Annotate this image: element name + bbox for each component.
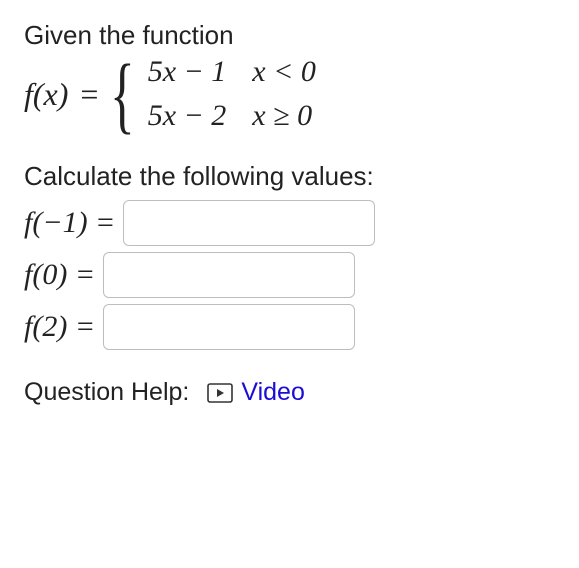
left-brace-icon: { — [110, 64, 135, 124]
calc-label: f(2) = — [24, 310, 95, 344]
case-cond: x ≥ 0 — [252, 99, 316, 133]
calc-row: f(0) = — [24, 252, 555, 298]
question-help-row: Question Help: Video — [24, 378, 555, 407]
answer-input-f-neg1[interactable] — [123, 200, 375, 246]
calc-row: f(2) = — [24, 304, 555, 350]
calc-row: f(−1) = — [24, 200, 555, 246]
case-expr: 5x − 1 — [148, 55, 227, 89]
calc-label: f(−1) = — [24, 206, 115, 240]
calc-prompt: Calculate the following values: — [24, 161, 555, 192]
case-expr: 5x − 2 — [148, 99, 227, 133]
video-link-text: Video — [241, 378, 305, 407]
help-label: Question Help: — [24, 378, 189, 407]
function-lhs: f(x) — [24, 76, 68, 113]
video-icon — [207, 383, 233, 403]
calc-rows: f(−1) = f(0) = f(2) = — [24, 200, 555, 350]
answer-input-f2[interactable] — [103, 304, 355, 350]
function-definition: f(x) = { 5x − 1 x < 0 5x − 2 x ≥ 0 — [24, 55, 555, 133]
calc-label: f(0) = — [24, 258, 95, 292]
intro-text: Given the function — [24, 20, 555, 51]
case-cond: x < 0 — [252, 55, 316, 89]
piecewise-cases: 5x − 1 x < 0 5x − 2 x ≥ 0 — [148, 55, 316, 133]
equals-sign: = — [80, 76, 98, 113]
answer-input-f0[interactable] — [103, 252, 355, 298]
video-link[interactable]: Video — [207, 378, 305, 407]
